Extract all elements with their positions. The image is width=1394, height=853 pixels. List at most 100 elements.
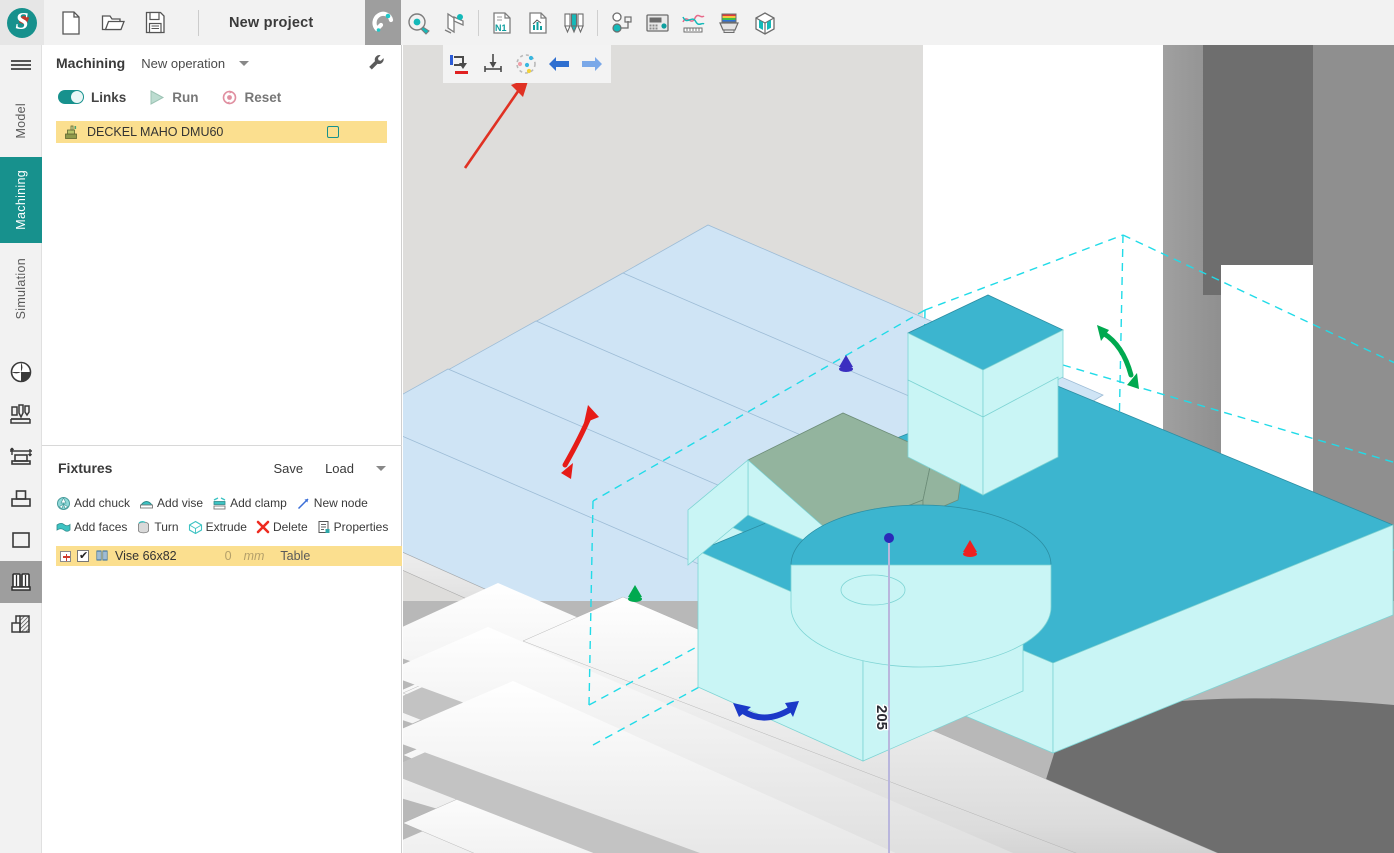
svg-text:N1: N1 [495,23,507,33]
faces-icon [56,522,71,532]
add-faces-label: Add faces [74,520,128,534]
machine-list-item[interactable]: DECKEL MAHO DMU60 [56,121,387,143]
fixture-row-name: Vise 66x82 [115,549,177,563]
shading-sphere-icon[interactable] [0,351,42,393]
machining-magnet-icon[interactable] [365,0,402,45]
properties-button[interactable]: Properties [317,520,389,534]
3d-scene[interactable]: 205 [403,45,1394,853]
delete-label: Delete [272,520,308,534]
properties-label: Properties [333,520,389,534]
machining-panel-title: Machining [56,55,126,71]
machine-visibility-checkbox[interactable] [327,126,339,138]
delete-button[interactable]: Delete [256,520,308,534]
chuck-icon [57,496,70,510]
extrude-icon [188,520,202,534]
report-chart-icon[interactable] [520,0,556,45]
new-node-label: New node [313,496,368,510]
viewport-float-toolbar [443,45,611,83]
turn-button[interactable]: Turn [136,520,179,535]
run-button[interactable]: Run [148,89,199,106]
sidebar-tab-simulation[interactable]: Simulation [0,243,42,335]
arrow-left-icon[interactable] [542,45,575,83]
application-window: S New project N1 Model Machining Simulat… [0,0,1394,853]
new-file-icon[interactable] [58,9,84,37]
app-logo[interactable]: S [0,0,44,45]
links-toggle-switch[interactable] [58,90,84,104]
measure-probe-icon[interactable] [401,0,437,45]
column-recess [1203,45,1313,295]
fixture-visibility-checkbox[interactable] [77,549,89,562]
align-to-plane-icon[interactable] [476,45,509,83]
properties-icon [318,521,330,533]
fixtures-list: Vise 66x82 0 mm Table [56,546,402,566]
add-chuck-button[interactable]: Add chuck [56,496,130,511]
expand-toggle-icon[interactable] [60,550,71,562]
fixtures-toolbar: Add chuck Add vise Add clamp New node Ad… [42,491,402,539]
links-toggle-label: Links [91,89,127,105]
fixture-row[interactable]: Vise 66x82 0 mm Table [56,546,402,566]
fixtures-load-button[interactable]: Load [325,461,354,476]
fixture-stack-icon[interactable] [0,477,42,519]
fixture-row-unit: mm [243,549,265,563]
extrude-button[interactable]: Extrude [188,520,247,535]
run-button-label: Run [172,89,199,105]
material-color-icon[interactable] [711,0,747,45]
add-faces-button[interactable]: Add faces [56,520,127,535]
stock-compare-icon[interactable] [0,603,42,645]
new-node-button[interactable]: New node [296,496,368,511]
fixture-row-value: 0 [224,549,232,563]
handle-origin-sphere[interactable] [884,533,894,543]
rotary-table-slot [840,574,906,606]
sidebar-tab-machining-label: Machining [14,170,28,230]
fixtures-chevron-down-icon[interactable] [376,465,386,471]
table-travel-icon[interactable] [0,435,42,477]
spiral-logo-icon: S [7,7,37,38]
project-title: New project [229,14,314,31]
toolbar-divider [597,9,599,36]
links-toggle[interactable]: Links [58,90,126,105]
clamp-icon [213,496,226,509]
add-vise-button[interactable]: Add vise [139,496,203,511]
add-vise-label: Add vise [157,496,204,510]
fixtures-toolbar-row-2: Add faces Turn Extrude Delete Properties [56,515,388,539]
3d-viewport[interactable]: 205 [403,45,1394,853]
operation-dropdown[interactable]: New operation [141,56,250,71]
fixtures-save-button[interactable]: Save [273,461,303,476]
fixtures-header-actions: Save Load [273,461,386,476]
save-disk-icon[interactable] [142,9,168,37]
sidebar-tab-machining[interactable]: Machining [0,157,42,243]
tools-library-icon[interactable] [556,0,592,45]
sidebar-tab-model[interactable]: Model [0,85,42,157]
stock-box-icon[interactable] [747,0,783,45]
curve-measure-icon[interactable] [675,0,711,45]
node-graph-icon[interactable] [603,0,639,45]
add-clamp-button[interactable]: Add clamp [212,496,287,511]
blank-part-icon[interactable] [0,519,42,561]
toolbar-divider [198,9,199,36]
caliper-icon[interactable] [437,0,473,45]
fixtures-panel-header: Fixtures Save Load [42,453,402,483]
z-axis-dimension-text: 205 [873,705,890,730]
chevron-down-icon [239,60,250,66]
machine-head-icon[interactable] [0,393,42,435]
vise-jaws-icon[interactable] [0,561,42,603]
settings-wrench-icon[interactable] [367,53,387,73]
cnc-control-icon[interactable] [639,0,675,45]
reset-circle-icon [222,90,236,104]
set-origin-icon[interactable] [443,45,476,83]
z-axis-dimension: 205 [872,704,892,732]
node-arrow-icon [297,497,309,509]
open-folder-icon[interactable] [100,9,126,37]
panel-divider [42,445,402,446]
arrow-right-icon[interactable] [575,45,608,83]
reset-button[interactable]: Reset [221,89,281,106]
nc-program-icon[interactable]: N1 [484,0,520,45]
turn-icon [138,520,150,533]
delete-x-icon [256,520,270,534]
file-toolbar: New project [44,9,313,37]
rotate-orbit-icon[interactable] [509,45,542,83]
hamburger-menu-icon[interactable] [0,45,41,85]
extrude-label: Extrude [205,520,247,534]
sidebar-tab-model-label: Model [14,103,28,139]
turn-label: Turn [154,520,179,534]
